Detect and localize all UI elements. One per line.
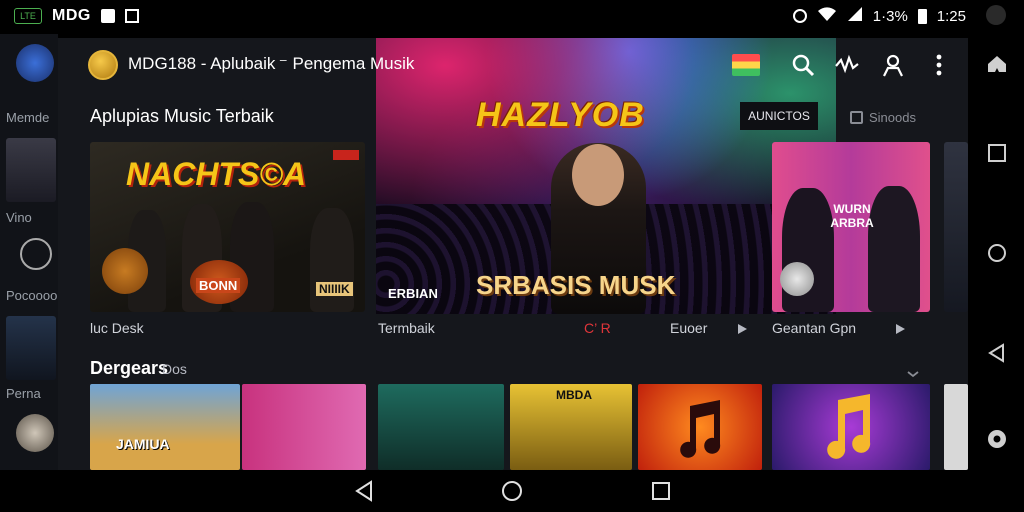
peek-thumb-1 xyxy=(6,138,56,202)
card1-overlay-bottom: BONN xyxy=(196,278,241,293)
thumb-6-music-icon[interactable] xyxy=(772,384,930,470)
thumb1-label: JAMIUA xyxy=(116,436,170,452)
section1-right-label: Sinoods xyxy=(869,110,916,125)
thumb-7-partial[interactable] xyxy=(944,384,968,470)
battery-icon xyxy=(917,8,927,24)
hero-overlay-text: SRBASIS MUSK xyxy=(476,270,676,300)
thumb-3[interactable] xyxy=(378,384,504,470)
alarm-icon xyxy=(792,9,807,23)
music-note-icon xyxy=(680,400,721,458)
peek-record-icon xyxy=(20,238,52,270)
card3-caption: Geantan Gpn xyxy=(772,320,857,336)
thumb-4[interactable]: MBDA xyxy=(510,384,632,470)
music-card-3[interactable]: WURN ARBRA xyxy=(772,142,930,312)
hero-badge[interactable]: AUNICTOS xyxy=(740,102,818,130)
square-icon[interactable] xyxy=(986,142,1008,164)
bag-icon xyxy=(850,111,863,124)
peek-label-2: Vino xyxy=(6,210,32,225)
status-app-name: MDG xyxy=(52,7,91,24)
app-topbar: MDG188 - Aplubaik ⁻ Pengema Musik xyxy=(58,38,968,90)
peek-label-1: Memde xyxy=(6,110,50,125)
status-bar: LTE MDG 1·3% 1:25 xyxy=(0,0,1024,34)
peek-label-3: Pocoooo xyxy=(6,288,58,303)
card2-extra-2: Euoer xyxy=(670,320,708,336)
notification-icon xyxy=(100,9,115,23)
thumb4-label: MBDA xyxy=(556,388,592,402)
card3-guitar xyxy=(780,262,814,296)
peek-avatar-2 xyxy=(16,414,54,452)
singer-head-graphic xyxy=(572,144,624,206)
hero-logo-text: HAZLYOB xyxy=(476,96,645,134)
guitar-graphic-1 xyxy=(102,248,148,294)
section2-expand-icon[interactable] xyxy=(906,366,920,384)
bottom-navigation xyxy=(0,470,1024,512)
circle-icon[interactable] xyxy=(986,242,1008,264)
thumb-2[interactable] xyxy=(242,384,366,470)
app-window: HAZLYOB AUNICTOS SRBASIS MUSK ERBIAN ▮▮▮… xyxy=(58,38,968,470)
home-shape-icon[interactable] xyxy=(986,54,1008,76)
music-card-1[interactable]: NACHTS©A BONN NIIIIK xyxy=(90,142,365,312)
card1-overlay-right: NIIIIK xyxy=(316,282,353,296)
card1-badge xyxy=(333,150,359,160)
card3-headline: WURN ARBRA xyxy=(830,202,874,230)
back-triangle-icon[interactable] xyxy=(986,342,1008,364)
card2-caption: Termbaik xyxy=(378,320,435,336)
waveform-icon[interactable] xyxy=(834,52,860,78)
more-vert-icon[interactable] xyxy=(926,52,952,78)
card1-headline: NACHTS©A xyxy=(126,156,307,192)
peek-label-4: Perna xyxy=(6,386,41,401)
background-app-peek[interactable]: Memde Vino Pocoooo Perna xyxy=(0,34,58,470)
back-icon[interactable] xyxy=(352,479,376,508)
side-navigation xyxy=(968,34,1024,472)
app-title: MDG188 - Aplubaik ⁻ Pengema Musik xyxy=(128,54,415,73)
flag-icon[interactable] xyxy=(732,54,760,76)
status-right: 1·3% 1:25 xyxy=(792,6,966,26)
peek-avatar xyxy=(16,44,54,82)
wifi-icon xyxy=(817,6,837,26)
status-left: LTE MDG xyxy=(14,7,139,25)
signal-icon xyxy=(847,6,863,26)
card1-caption: luc Desk xyxy=(90,320,144,336)
notification-icon-2 xyxy=(124,9,139,23)
network-badge: LTE xyxy=(14,8,42,24)
music-card-4-partial[interactable] xyxy=(944,142,968,312)
play-icon-3[interactable] xyxy=(894,322,906,340)
app-logo[interactable] xyxy=(88,50,118,80)
hero-small-text: ERBIAN xyxy=(388,286,438,301)
settings-icon[interactable] xyxy=(986,428,1008,450)
peek-thumb-2 xyxy=(6,316,56,380)
section2-subtitle: Dos xyxy=(162,361,187,377)
clock: 1:25 xyxy=(936,7,966,25)
card2-extra-1: C’ R xyxy=(584,320,611,336)
thumb-1[interactable]: JAMIUA xyxy=(90,384,240,470)
play-icon-2[interactable] xyxy=(736,322,748,340)
search-icon[interactable] xyxy=(790,52,816,78)
section2-title: Dergears xyxy=(90,358,169,378)
music-note-icon-2 xyxy=(827,394,871,459)
home-icon[interactable] xyxy=(500,479,524,508)
recents-icon[interactable] xyxy=(650,480,672,507)
battery-text: 1·3% xyxy=(872,7,908,25)
section1-title: Aplupias Music Terbaik xyxy=(90,106,274,126)
section1-right[interactable]: Sinoods xyxy=(850,110,916,125)
corner-indicator-icon xyxy=(986,5,1006,25)
band-member-4 xyxy=(310,208,354,312)
person-icon[interactable] xyxy=(880,52,906,78)
thumb-5-music-icon[interactable] xyxy=(638,384,762,470)
